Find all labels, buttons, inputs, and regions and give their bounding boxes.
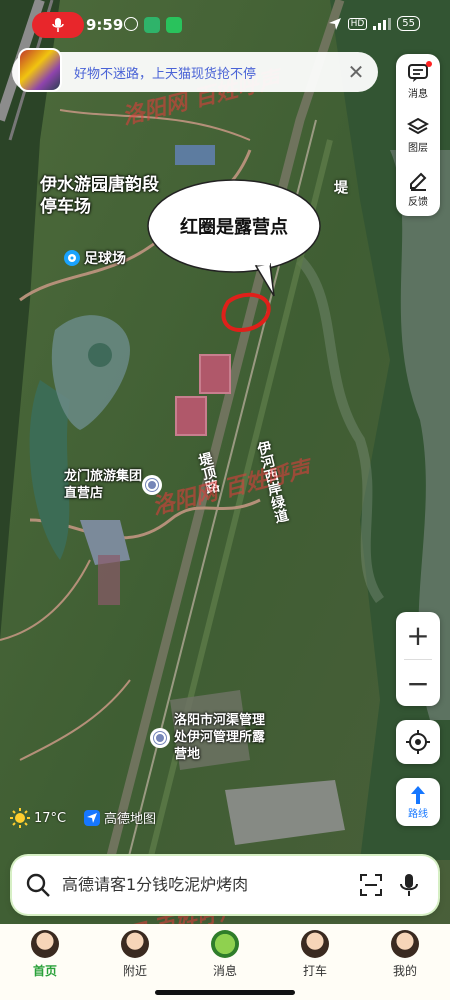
- status-system-icons: HD 55: [328, 16, 420, 31]
- zoom-controls: + −: [396, 612, 440, 706]
- signal-icon: [373, 17, 392, 30]
- edit-icon: [410, 172, 427, 191]
- status-bar: 9:59 HD 55: [0, 8, 450, 38]
- status-app-icons: [124, 17, 182, 33]
- microphone-icon: [52, 18, 64, 32]
- search-bar[interactable]: 高德请客1分钱吃泥炉烤肉: [12, 856, 438, 914]
- tab-label: 首页: [32, 964, 57, 978]
- crosshair-icon: [406, 730, 430, 754]
- battery-indicator: 55: [397, 16, 420, 31]
- alarm-icon: [124, 17, 138, 31]
- sun-icon: [10, 808, 30, 828]
- hd-icon: HD: [347, 17, 368, 30]
- temperature: 17°C: [34, 810, 67, 826]
- building: [175, 396, 207, 436]
- store-poi[interactable]: 龙门旅游集团直营店: [64, 468, 162, 502]
- map-side-panel: 消息 图层 反馈: [396, 54, 440, 216]
- close-icon[interactable]: ✕: [342, 58, 370, 86]
- notification-avatar: [18, 48, 62, 92]
- bubble-text: 红圈是露营点: [180, 217, 288, 238]
- tab-taxi[interactable]: 打车: [270, 924, 360, 1000]
- building: [175, 145, 215, 165]
- promo-notification[interactable]: 好物不迷路，上天猫现货抢不停 ✕: [12, 48, 378, 92]
- amap-logo-icon: [84, 809, 100, 826]
- bottom-tab-bar: 首页 附近 消息 打车 我的: [0, 924, 450, 1000]
- route-button[interactable]: 路线: [396, 778, 440, 826]
- nearby-avatar-icon: [121, 930, 149, 958]
- microphone-icon: [400, 874, 418, 896]
- app-icon: [144, 17, 160, 33]
- tab-nearby[interactable]: 附近: [90, 924, 180, 1000]
- tab-label: 我的: [392, 964, 417, 978]
- soccer-icon: [64, 250, 80, 266]
- building: [199, 354, 231, 394]
- route-arrow-icon: [411, 785, 425, 804]
- scan-icon: [360, 874, 382, 896]
- campsite-poi[interactable]: 洛阳市河渠管理处伊河管理所露营地: [150, 712, 266, 763]
- voice-search-button[interactable]: [390, 866, 428, 904]
- tab-label: 打车: [302, 964, 327, 978]
- locate-button[interactable]: [396, 720, 440, 764]
- messages-mascot-icon: [211, 930, 239, 958]
- scan-button[interactable]: [352, 866, 390, 904]
- tab-messages[interactable]: 消息: [180, 924, 270, 1000]
- zoom-in-button[interactable]: +: [396, 612, 440, 659]
- message-button[interactable]: 消息: [396, 54, 440, 108]
- message-label: 消息: [408, 88, 428, 100]
- location-pin-icon: [142, 475, 162, 495]
- tab-home[interactable]: 首页: [0, 924, 90, 1000]
- route-label: 路线: [408, 808, 428, 820]
- feedback-label: 反馈: [408, 196, 428, 208]
- layers-label: 图层: [408, 142, 428, 154]
- campsite-label: 洛阳市河渠管理处伊河管理所露营地: [174, 713, 266, 762]
- layers-icon: [407, 117, 429, 134]
- weather-widget[interactable]: 17°C: [10, 808, 66, 828]
- brand-name: 高德地图: [104, 812, 157, 827]
- profile-avatar-icon: [391, 930, 419, 958]
- wechat-icon: [166, 17, 182, 33]
- layers-button[interactable]: 图层: [396, 108, 440, 162]
- search-icon: [26, 873, 50, 897]
- building: [98, 555, 120, 605]
- location-pin-icon: [150, 727, 170, 748]
- store-label: 龙门旅游集团直营店: [64, 469, 143, 501]
- search-input[interactable]: 高德请客1分钱吃泥炉烤肉: [62, 856, 352, 914]
- status-time: 9:59: [86, 16, 124, 34]
- feedback-button[interactable]: 反馈: [396, 162, 440, 216]
- taxi-avatar-icon: [301, 930, 329, 958]
- location-arrow-icon: [328, 17, 341, 30]
- plaza-pool: [88, 343, 112, 367]
- unread-dot: [426, 61, 432, 67]
- tab-label: 附近: [122, 964, 147, 978]
- tab-profile[interactable]: 我的: [360, 924, 450, 1000]
- home-avatar-icon: [31, 930, 59, 958]
- tab-label: 消息: [212, 964, 237, 978]
- parking-lot-label[interactable]: 伊水游园唐韵段停车场: [40, 174, 160, 218]
- notification-text: 好物不迷路，上天猫现货抢不停: [74, 66, 257, 82]
- zoom-out-button[interactable]: −: [396, 660, 440, 707]
- road-label-dike-top: 堤: [332, 180, 348, 194]
- mic-indicator[interactable]: [32, 12, 84, 38]
- amap-brand: 高德地图: [84, 808, 156, 827]
- soccer-label: 足球场: [84, 251, 126, 267]
- soccer-field-poi[interactable]: 足球场: [64, 248, 126, 268]
- speech-bubble: 红圈是露营点: [146, 178, 322, 298]
- home-indicator[interactable]: [155, 990, 295, 995]
